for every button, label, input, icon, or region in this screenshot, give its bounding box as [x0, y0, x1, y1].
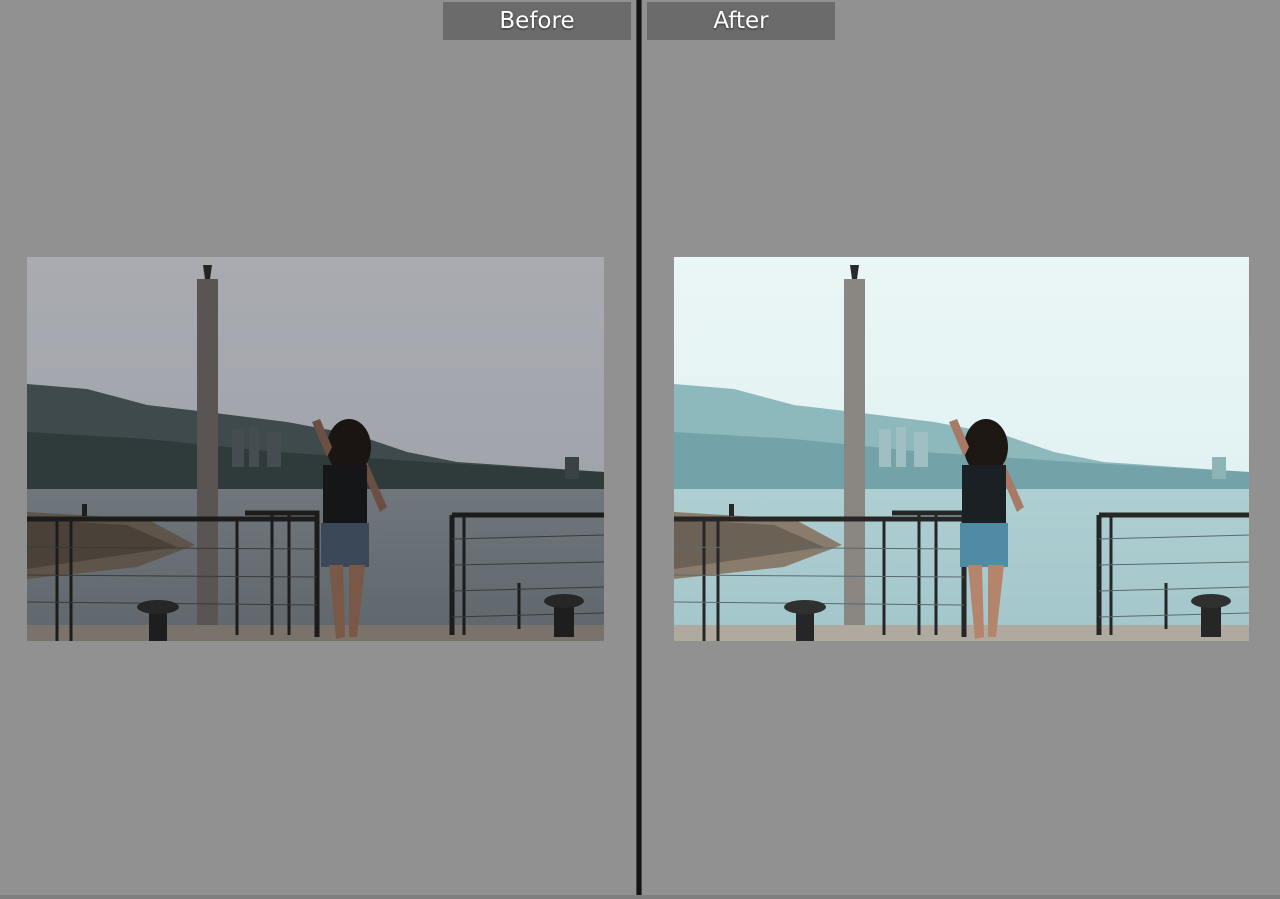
after-photo-image	[674, 257, 1249, 641]
after-label: After	[647, 2, 835, 40]
before-label: Before	[443, 2, 631, 40]
before-photo[interactable]	[27, 257, 604, 641]
before-photo-image	[27, 257, 604, 641]
before-pane[interactable]	[0, 0, 636, 899]
bottom-border	[0, 895, 1280, 899]
after-photo[interactable]	[674, 257, 1249, 641]
